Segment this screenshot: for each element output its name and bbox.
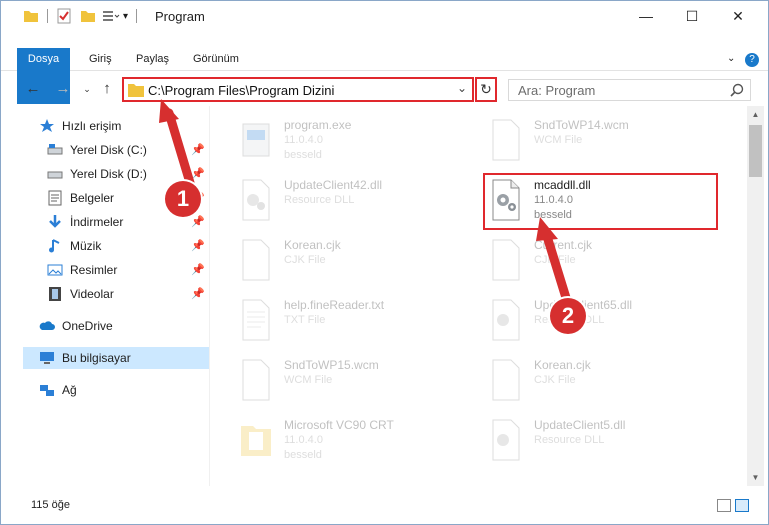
step-2-callout: 2 <box>550 298 586 334</box>
explorer-window: ▾ Program — ☐ ✕ Dosya Giriş Paylaş Görün… <box>0 0 769 525</box>
step-1-callout: 1 <box>165 181 201 217</box>
annotation-arrows <box>159 99 572 306</box>
